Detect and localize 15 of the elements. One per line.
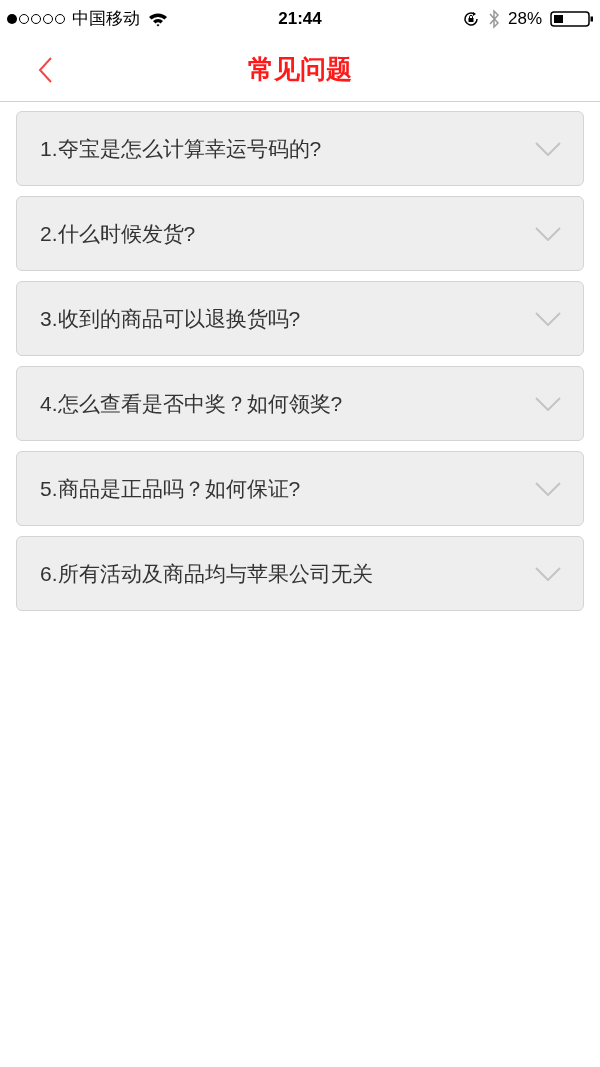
faq-item[interactable]: 6.所有活动及商品均与苹果公司无关 — [16, 536, 584, 611]
page-title: 常见问题 — [248, 53, 352, 86]
carrier-name: 中国移动 — [72, 8, 140, 31]
bluetooth-icon — [487, 9, 500, 29]
faq-item[interactable]: 3.收到的商品可以退换货吗? — [16, 281, 584, 356]
rotation-lock-icon — [461, 10, 480, 28]
battery-percent: 28% — [507, 8, 542, 31]
faq-item[interactable]: 5.商品是正品吗？如何保证? — [16, 451, 584, 526]
faq-item[interactable]: 1.夺宝是怎么计算幸运号码的? — [16, 111, 584, 186]
wifi-icon — [148, 11, 168, 27]
battery-icon — [550, 10, 594, 28]
faq-item[interactable]: 2.什么时候发货? — [16, 196, 584, 271]
status-time: 21:44 — [278, 8, 322, 31]
faq-item[interactable]: 4.怎么查看是否中奖？如何领奖? — [16, 366, 584, 441]
signal-icon — [6, 13, 66, 25]
